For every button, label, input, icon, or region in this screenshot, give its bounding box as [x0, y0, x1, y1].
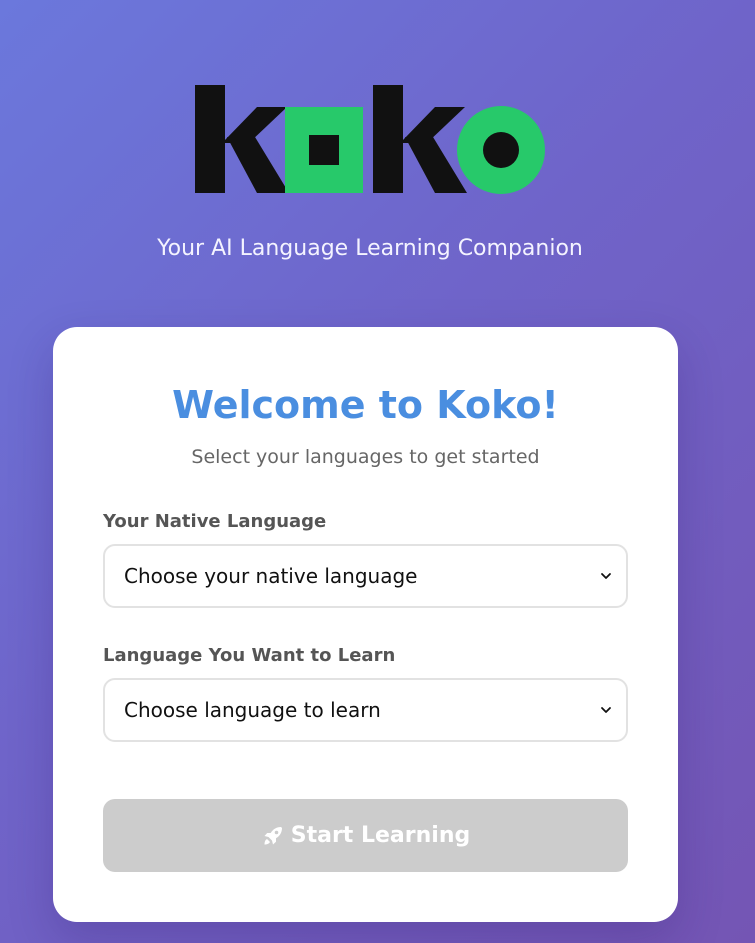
- native-language-value: Choose your native language: [124, 564, 418, 588]
- language-selection-card: Welcome to Koko! Select your languages t…: [53, 327, 678, 922]
- target-language-label: Language You Want to Learn: [103, 645, 396, 666]
- welcome-subtitle: Select your languages to get started: [191, 446, 540, 468]
- chevron-down-icon: [601, 707, 611, 713]
- target-language-value: Choose language to learn: [124, 698, 381, 722]
- tagline: Your AI Language Learning Companion: [157, 236, 583, 261]
- rocket-icon: [264, 826, 282, 844]
- koko-logo: [195, 85, 545, 194]
- start-learning-label: Start Learning: [290, 823, 471, 848]
- native-language-label: Your Native Language: [103, 511, 327, 532]
- welcome-title: Welcome to Koko!: [172, 383, 559, 427]
- chevron-down-icon: [601, 573, 611, 579]
- start-learning-button[interactable]: Start Learning: [103, 799, 628, 872]
- target-language-select[interactable]: Choose language to learn: [103, 678, 628, 742]
- native-language-select[interactable]: Choose your native language: [103, 544, 628, 608]
